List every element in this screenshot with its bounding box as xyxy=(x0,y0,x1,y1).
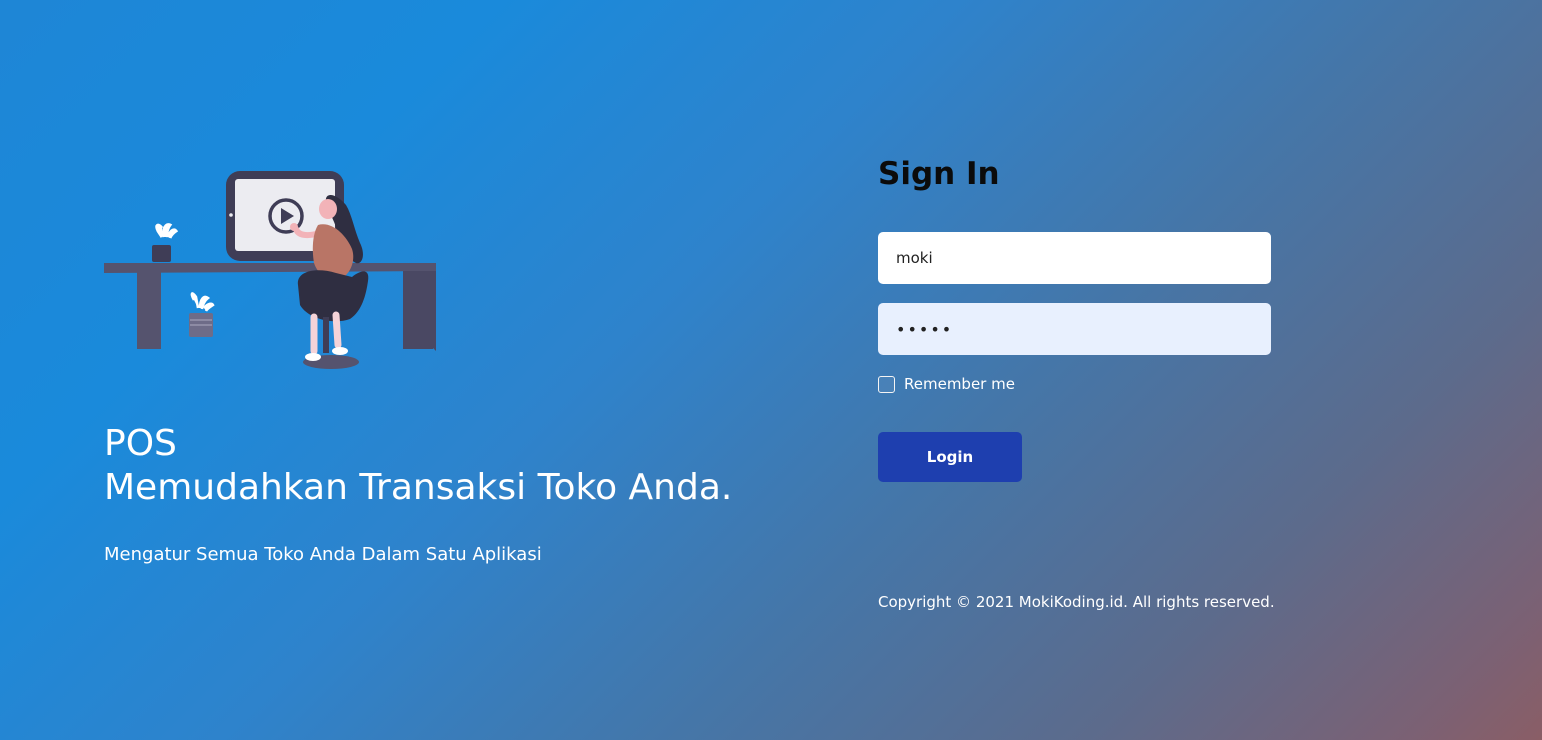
password-input[interactable] xyxy=(878,303,1271,355)
hero-title: POS Memudahkan Transaksi Toko Anda. xyxy=(104,422,732,510)
remember-me-label: Remember me xyxy=(904,375,1015,393)
copyright-text: Copyright © 2021 MokiKoding.id. All righ… xyxy=(878,593,1275,611)
desk-plant-pot xyxy=(152,245,171,262)
remember-me-checkbox[interactable] xyxy=(878,375,895,393)
signin-title: Sign In xyxy=(878,156,1000,192)
woman-watching-video-illustration xyxy=(104,171,436,369)
hero-subtitle: Mengatur Semua Toko Anda Dalam Satu Apli… xyxy=(104,544,542,565)
login-button[interactable]: Login xyxy=(878,432,1022,482)
hero-title-line1: POS xyxy=(104,423,177,464)
remember-me[interactable]: Remember me xyxy=(878,375,1015,393)
hero-title-line2: Memudahkan Transaksi Toko Anda. xyxy=(104,467,733,508)
username-input[interactable] xyxy=(878,232,1271,284)
